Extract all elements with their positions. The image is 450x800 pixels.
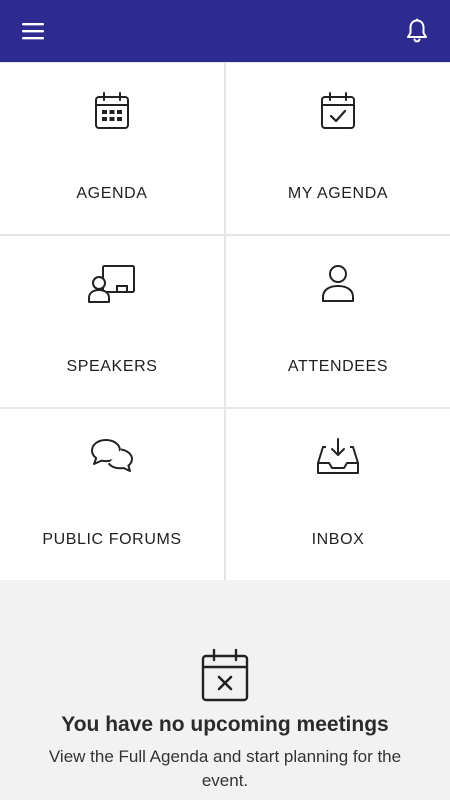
tile-label: INBOX: [311, 531, 365, 548]
chat-bubbles-icon: [91, 439, 133, 472]
tile-inbox[interactable]: INBOX: [226, 409, 450, 580]
calendar-x-icon: [201, 648, 249, 702]
empty-state-title: You have no upcoming meetings: [61, 713, 389, 736]
tile-agenda[interactable]: AGENDA: [0, 63, 224, 234]
empty-state-subtitle: View the Full Agenda and start planning …: [48, 747, 402, 790]
tile-label: AGENDA: [76, 185, 148, 202]
feature-grid: AGENDA MY AGENDA SPEAKERS ATTENDEES PUBL…: [0, 62, 450, 580]
menu-button[interactable]: [18, 16, 48, 46]
tile-public-forums[interactable]: PUBLIC FORUMS: [0, 409, 224, 580]
app-header: [0, 0, 450, 62]
calendar-check-icon: [321, 92, 355, 129]
tile-label: PUBLIC FORUMS: [42, 531, 182, 548]
tile-speakers[interactable]: SPEAKERS: [0, 236, 224, 407]
tile-label: SPEAKERS: [66, 358, 158, 375]
tile-attendees[interactable]: ATTENDEES: [226, 236, 450, 407]
inbox-download-icon: [317, 438, 359, 474]
notifications-button[interactable]: [402, 16, 432, 46]
calendar-grid-icon: [95, 92, 129, 129]
tile-my-agenda[interactable]: MY AGENDA: [226, 63, 450, 234]
presenter-board-icon: [88, 265, 135, 303]
tile-label: MY AGENDA: [287, 185, 389, 202]
bell-icon: [407, 18, 427, 43]
empty-state: You have no upcoming meetings View the F…: [0, 580, 450, 800]
tile-label: ATTENDEES: [287, 358, 389, 375]
person-icon: [322, 265, 354, 302]
hamburger-menu-icon: [22, 23, 44, 40]
